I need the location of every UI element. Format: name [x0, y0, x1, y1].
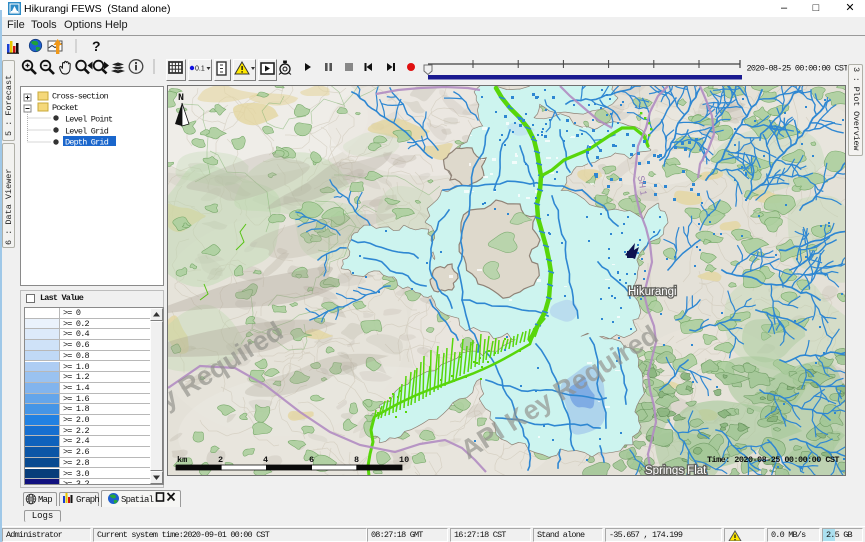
- svg-text:0.1: 0.1: [195, 66, 205, 73]
- svg-text:2020-08-25 00:00:00 CST: 2020-08-25 00:00:00 CST: [747, 64, 848, 74]
- svg-text:10: 10: [399, 455, 409, 465]
- svg-text:Level Grid: Level Grid: [65, 127, 109, 137]
- svg-text:Time: 2020-08-25 00:00:00 CST: Time: 2020-08-25 00:00:00 CST: [707, 455, 839, 465]
- svg-text:?: ?: [92, 38, 101, 54]
- svg-text:N: N: [178, 93, 184, 104]
- svg-text:Map: Map: [38, 495, 52, 505]
- svg-text:Hikurangi: Hikurangi: [628, 286, 677, 298]
- svg-text:Spatial: Spatial: [121, 495, 154, 505]
- svg-text:Depth Grid: Depth Grid: [65, 138, 109, 148]
- svg-text:Level Point: Level Point: [65, 115, 113, 125]
- svg-text:Pocket: Pocket: [52, 103, 79, 113]
- svg-text:Cross-section: Cross-section: [52, 92, 109, 102]
- svg-text:6: 6: [309, 455, 314, 465]
- svg-text:Springs Flat: Springs Flat: [645, 465, 707, 475]
- svg-text:Graph: Graph: [76, 495, 99, 505]
- svg-text:km: km: [177, 455, 187, 465]
- svg-text:8: 8: [354, 455, 359, 465]
- svg-text:4: 4: [263, 455, 268, 465]
- svg-text:2: 2: [218, 455, 223, 465]
